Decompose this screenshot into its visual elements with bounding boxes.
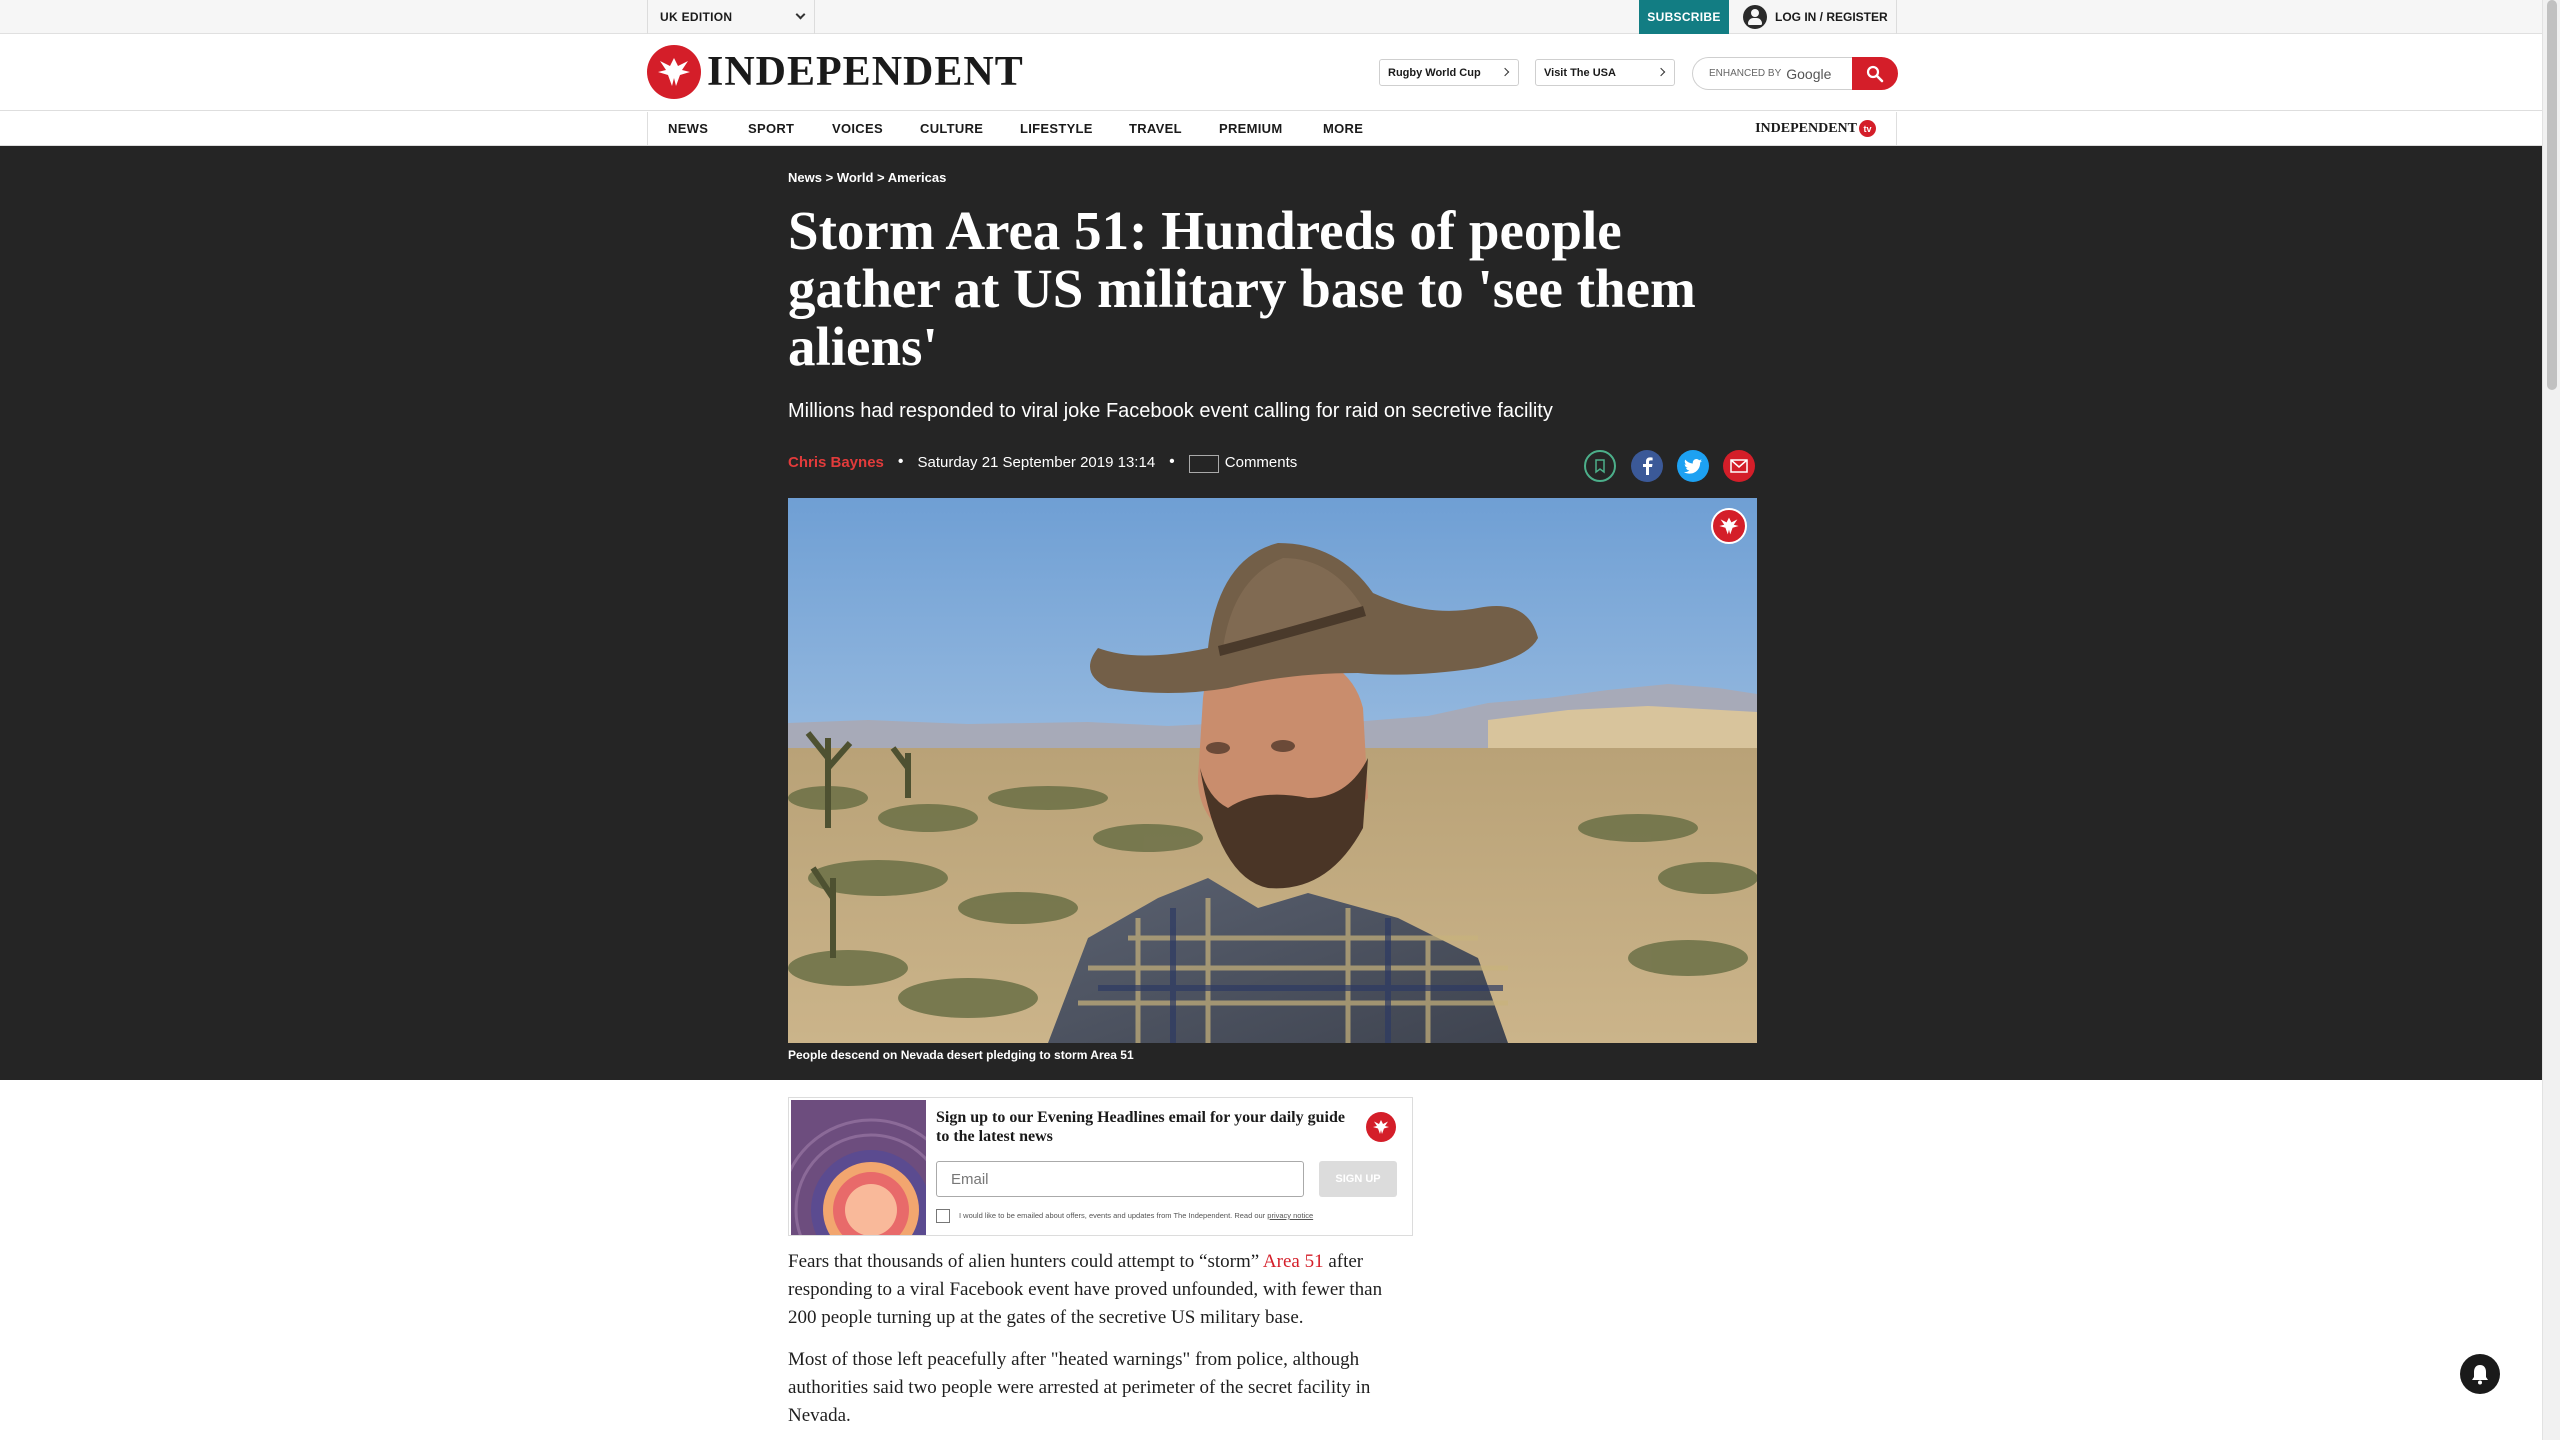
article-body: Fears that thousands of alien hunters co… xyxy=(788,1248,1413,1440)
masthead: INDEPENDENT Rugby World Cup Visit The US… xyxy=(0,35,2542,111)
consent-text: I would like to be emailed about offers,… xyxy=(959,1211,1313,1220)
scrollbar-thumb[interactable] xyxy=(2547,0,2557,390)
bell-icon xyxy=(2472,1365,2488,1385)
search-input[interactable]: ENHANCED BY Google xyxy=(1692,57,1852,90)
article-standfirst: Millions had responded to viral joke Fac… xyxy=(788,400,1553,422)
comments-link[interactable]: Comments xyxy=(1225,454,1298,471)
area-51-link[interactable]: Area 51 xyxy=(1263,1251,1324,1272)
top-utility-bar: UK EDITION SUBSCRIBE LOG IN / REGISTER xyxy=(0,0,2542,34)
nav-item-voices[interactable]: VOICES xyxy=(832,112,883,146)
page-scrollbar[interactable] xyxy=(2542,0,2560,1440)
promo-rugby-world-cup[interactable]: Rugby World Cup xyxy=(1379,59,1519,86)
share-email-button[interactable] xyxy=(1723,450,1755,482)
nav-item-travel[interactable]: TRAVEL xyxy=(1129,112,1182,146)
breadcrumb-separator: > xyxy=(825,170,834,185)
subscribe-button[interactable]: SUBSCRIBE xyxy=(1639,0,1729,34)
site-logo[interactable]: INDEPENDENT xyxy=(647,45,1024,99)
user-icon xyxy=(1743,5,1767,29)
tv-wordmark: INDEPENDENT xyxy=(1755,120,1857,136)
newsletter-title: Sign up to our Evening Headlines email f… xyxy=(936,1109,1345,1145)
comment-icon[interactable] xyxy=(1188,455,1219,473)
tv-badge: tv xyxy=(1859,120,1876,137)
facebook-icon xyxy=(1643,457,1653,475)
privacy-notice-link[interactable]: privacy notice xyxy=(1267,1211,1313,1220)
desert-photo xyxy=(788,498,1757,1043)
email-icon xyxy=(1730,459,1748,473)
publish-date: Saturday 21 September 2019 13:14 xyxy=(917,453,1156,471)
breadcrumb-world[interactable]: World xyxy=(837,170,874,185)
byline-separator: • xyxy=(897,453,904,470)
paragraph: Most of those left peacefully after "hea… xyxy=(788,1349,1371,1426)
byline-separator: • xyxy=(1169,453,1175,470)
newsletter-artwork xyxy=(791,1100,926,1235)
image-caption: People descend on Nevada desert pledging… xyxy=(788,1048,1134,1062)
login-label: LOG IN / REGISTER xyxy=(1775,10,1888,24)
search-icon xyxy=(1866,65,1884,82)
article-hero-image[interactable] xyxy=(788,498,1757,1043)
eagle-logo-icon xyxy=(1366,1112,1396,1142)
bookmark-button[interactable] xyxy=(1584,450,1616,482)
newsletter-signup: Sign up to our Evening Headlines email f… xyxy=(788,1097,1413,1236)
nav-item-lifestyle[interactable]: LIFESTYLE xyxy=(1020,112,1093,146)
share-facebook-button[interactable] xyxy=(1631,450,1663,482)
breadcrumb: News > World > Americas xyxy=(788,170,946,185)
edition-selector[interactable]: UK EDITION xyxy=(647,0,815,34)
email-field[interactable]: Email xyxy=(936,1161,1304,1197)
promo-label: Visit The USA xyxy=(1544,66,1616,79)
consent-label: I would like to be emailed about offers,… xyxy=(959,1211,1266,1220)
author-link[interactable]: Chris Baynes xyxy=(788,454,884,471)
nav-item-more[interactable]: MORE xyxy=(1323,112,1363,146)
login-register-link[interactable]: LOG IN / REGISTER xyxy=(1729,0,1897,34)
signup-button[interactable]: SIGN UP xyxy=(1319,1161,1397,1197)
paragraph-text: Fears that thousands of alien hunters co… xyxy=(788,1251,1260,1272)
site-search: ENHANCED BY Google xyxy=(1692,57,1898,90)
nav-item-culture[interactable]: CULTURE xyxy=(920,112,983,146)
nav-item-news[interactable]: NEWS xyxy=(668,112,708,146)
promo-label: Rugby World Cup xyxy=(1388,66,1481,79)
main-nav: NEWS SPORT VOICES CULTURE LIFESTYLE TRAV… xyxy=(0,112,2542,146)
nav-item-sport[interactable]: SPORT xyxy=(748,112,794,146)
consent-checkbox[interactable] xyxy=(936,1209,950,1223)
search-button[interactable] xyxy=(1852,57,1898,90)
eagle-logo-icon xyxy=(647,45,701,99)
logo-wordmark: INDEPENDENT xyxy=(707,49,1024,95)
byline: Chris Baynes • Saturday 21 September 201… xyxy=(788,453,1298,473)
nav-item-premium[interactable]: PREMIUM xyxy=(1219,112,1283,146)
page: UK EDITION SUBSCRIBE LOG IN / REGISTER I… xyxy=(0,0,2560,1440)
share-twitter-button[interactable] xyxy=(1677,450,1709,482)
chevron-down-icon xyxy=(795,9,806,20)
promo-visit-usa[interactable]: Visit The USA xyxy=(1535,59,1675,86)
bookmark-icon xyxy=(1595,459,1605,474)
chevron-right-icon xyxy=(1656,67,1666,77)
paragraph: Fears that thousands of alien hunters co… xyxy=(788,1248,1413,1332)
notifications-button[interactable] xyxy=(2460,1354,2500,1394)
edition-label: UK EDITION xyxy=(660,10,733,24)
search-brand: Google xyxy=(1786,65,1832,82)
chevron-right-icon xyxy=(1500,67,1510,77)
eagle-logo-icon xyxy=(1711,508,1747,544)
twitter-icon xyxy=(1684,458,1702,474)
breadcrumb-news[interactable]: News xyxy=(788,170,822,185)
breadcrumb-separator: > xyxy=(877,170,885,185)
breadcrumb-americas[interactable]: Americas xyxy=(888,170,947,185)
search-enhanced-label: ENHANCED BY xyxy=(1709,68,1782,79)
article-headline: Storm Area 51: Hundreds of people gather… xyxy=(788,200,1696,377)
independent-tv-link[interactable]: INDEPENDENT tv xyxy=(1755,120,1876,137)
